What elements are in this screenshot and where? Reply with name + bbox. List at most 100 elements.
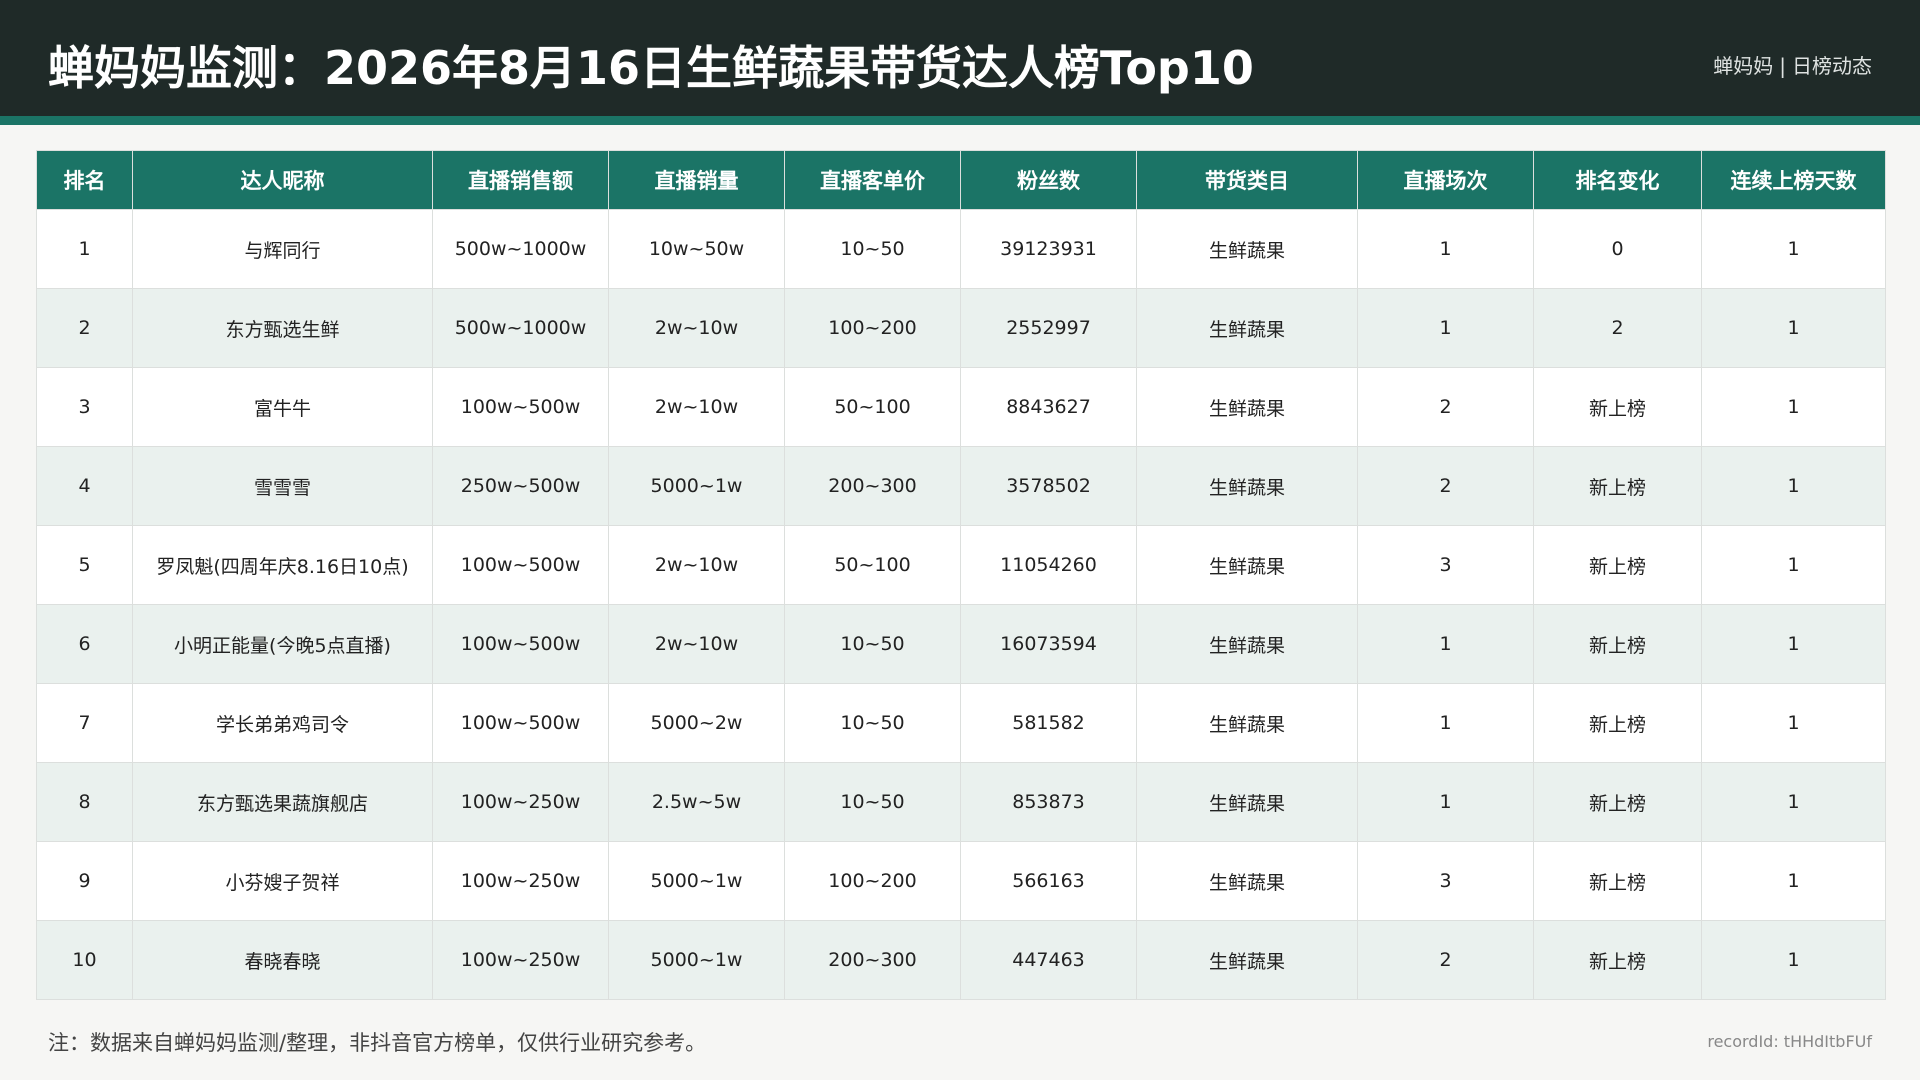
cell-consecutive-days: 1 (1701, 762, 1886, 842)
cell-nickname: 富牛牛 (132, 367, 433, 447)
cell-nickname: 罗凤魁(四周年庆8.16日10点) (132, 525, 433, 605)
cell-avg-price: 10~50 (784, 604, 961, 684)
cell-followers: 8843627 (960, 367, 1137, 447)
cell-followers: 566163 (960, 841, 1137, 921)
cell-sales-amount: 100w~250w (432, 841, 609, 921)
cell-avg-price: 100~200 (784, 288, 961, 368)
cell-sessions: 1 (1357, 762, 1534, 842)
cell-sessions: 3 (1357, 525, 1534, 605)
column-header-live-sales-amount: 直播销售额 (432, 150, 609, 210)
table-row: 1 与辉同行 500w~1000w 10w~50w 10~50 39123931… (36, 209, 1886, 289)
column-header-live-sales-volume: 直播销量 (608, 150, 785, 210)
cell-category: 生鲜蔬果 (1136, 367, 1358, 447)
cell-avg-price: 50~100 (784, 367, 961, 447)
table-row: 4 雪雪雪 250w~500w 5000~1w 200~300 3578502 … (36, 446, 1886, 526)
table-row: 9 小芬嫂子贺祥 100w~250w 5000~1w 100~200 56616… (36, 841, 1886, 921)
cell-sessions: 3 (1357, 841, 1534, 921)
cell-nickname: 小芬嫂子贺祥 (132, 841, 433, 921)
cell-sessions: 1 (1357, 288, 1534, 368)
cell-category: 生鲜蔬果 (1136, 841, 1358, 921)
column-header-live-sessions: 直播场次 (1357, 150, 1534, 210)
cell-nickname: 春晓春晓 (132, 920, 433, 1000)
cell-rank: 3 (36, 367, 133, 447)
cell-rank-change: 0 (1533, 209, 1702, 289)
cell-nickname: 与辉同行 (132, 209, 433, 289)
cell-avg-price: 200~300 (784, 920, 961, 1000)
column-header-followers: 粉丝数 (960, 150, 1137, 210)
cell-sales-amount: 100w~500w (432, 367, 609, 447)
cell-rank: 5 (36, 525, 133, 605)
cell-followers: 581582 (960, 683, 1137, 763)
cell-rank-change: 新上榜 (1533, 367, 1702, 447)
cell-rank: 9 (36, 841, 133, 921)
cell-consecutive-days: 1 (1701, 446, 1886, 526)
column-header-nickname: 达人昵称 (132, 150, 433, 210)
cell-nickname: 东方甄选果蔬旗舰店 (132, 762, 433, 842)
cell-category: 生鲜蔬果 (1136, 683, 1358, 763)
cell-sales-amount: 100w~500w (432, 525, 609, 605)
table-row: 8 东方甄选果蔬旗舰店 100w~250w 2.5w~5w 10~50 8538… (36, 762, 1886, 842)
cell-consecutive-days: 1 (1701, 525, 1886, 605)
table-header-row: 排名 达人昵称 直播销售额 直播销量 直播客单价 粉丝数 带货类目 直播场次 排… (36, 150, 1886, 210)
cell-sales-amount: 250w~500w (432, 446, 609, 526)
brand-separator: | (1779, 54, 1786, 78)
header-bar: 蝉妈妈监测：2026年8月16日生鲜蔬果带货达人榜Top10 蝉妈妈 | 日榜动态 (0, 0, 1920, 116)
cell-rank-change: 新上榜 (1533, 762, 1702, 842)
cell-rank-change: 2 (1533, 288, 1702, 368)
table-row: 7 学长弟弟鸡司令 100w~500w 5000~2w 10~50 581582… (36, 683, 1886, 763)
cell-sales-amount: 500w~1000w (432, 209, 609, 289)
cell-consecutive-days: 1 (1701, 920, 1886, 1000)
cell-consecutive-days: 1 (1701, 288, 1886, 368)
record-id: recordId: tHHdItbFUf (1707, 1032, 1872, 1051)
cell-consecutive-days: 1 (1701, 604, 1886, 684)
cell-category: 生鲜蔬果 (1136, 209, 1358, 289)
cell-nickname: 东方甄选生鲜 (132, 288, 433, 368)
cell-rank: 7 (36, 683, 133, 763)
cell-consecutive-days: 1 (1701, 683, 1886, 763)
brand-name: 蝉妈妈 (1713, 54, 1774, 78)
brand-tag: 蝉妈妈 | 日榜动态 (1713, 50, 1872, 79)
cell-sessions: 1 (1357, 209, 1534, 289)
cell-rank-change: 新上榜 (1533, 683, 1702, 763)
cell-sales-volume: 5000~1w (608, 920, 785, 1000)
cell-rank: 1 (36, 209, 133, 289)
cell-consecutive-days: 1 (1701, 209, 1886, 289)
cell-sales-volume: 10w~50w (608, 209, 785, 289)
cell-sales-volume: 2w~10w (608, 525, 785, 605)
cell-sessions: 1 (1357, 604, 1534, 684)
cell-consecutive-days: 1 (1701, 367, 1886, 447)
cell-nickname: 雪雪雪 (132, 446, 433, 526)
cell-avg-price: 10~50 (784, 683, 961, 763)
ranking-table-container: 排名 达人昵称 直播销售额 直播销量 直播客单价 粉丝数 带货类目 直播场次 排… (36, 150, 1886, 1000)
cell-sessions: 2 (1357, 446, 1534, 526)
cell-sales-volume: 5000~1w (608, 841, 785, 921)
ranking-table: 排名 达人昵称 直播销售额 直播销量 直播客单价 粉丝数 带货类目 直播场次 排… (36, 150, 1886, 1000)
cell-followers: 853873 (960, 762, 1137, 842)
cell-avg-price: 200~300 (784, 446, 961, 526)
cell-followers: 11054260 (960, 525, 1137, 605)
cell-followers: 16073594 (960, 604, 1137, 684)
cell-avg-price: 100~200 (784, 841, 961, 921)
cell-avg-price: 10~50 (784, 762, 961, 842)
cell-rank-change: 新上榜 (1533, 525, 1702, 605)
cell-rank-change: 新上榜 (1533, 446, 1702, 526)
column-header-category: 带货类目 (1136, 150, 1358, 210)
cell-nickname: 小明正能量(今晚5点直播) (132, 604, 433, 684)
table-row: 5 罗凤魁(四周年庆8.16日10点) 100w~500w 2w~10w 50~… (36, 525, 1886, 605)
cell-rank-change: 新上榜 (1533, 604, 1702, 684)
cell-category: 生鲜蔬果 (1136, 604, 1358, 684)
cell-consecutive-days: 1 (1701, 841, 1886, 921)
cell-category: 生鲜蔬果 (1136, 762, 1358, 842)
cell-sales-amount: 100w~250w (432, 920, 609, 1000)
cell-category: 生鲜蔬果 (1136, 288, 1358, 368)
cell-rank: 10 (36, 920, 133, 1000)
cell-followers: 39123931 (960, 209, 1137, 289)
cell-rank-change: 新上榜 (1533, 841, 1702, 921)
page-title: 蝉妈妈监测：2026年8月16日生鲜蔬果带货达人榜Top10 (48, 41, 1254, 95)
column-header-avg-order-price: 直播客单价 (784, 150, 961, 210)
cell-sessions: 2 (1357, 920, 1534, 1000)
cell-avg-price: 50~100 (784, 525, 961, 605)
cell-category: 生鲜蔬果 (1136, 525, 1358, 605)
cell-category: 生鲜蔬果 (1136, 920, 1358, 1000)
cell-sales-volume: 2w~10w (608, 604, 785, 684)
